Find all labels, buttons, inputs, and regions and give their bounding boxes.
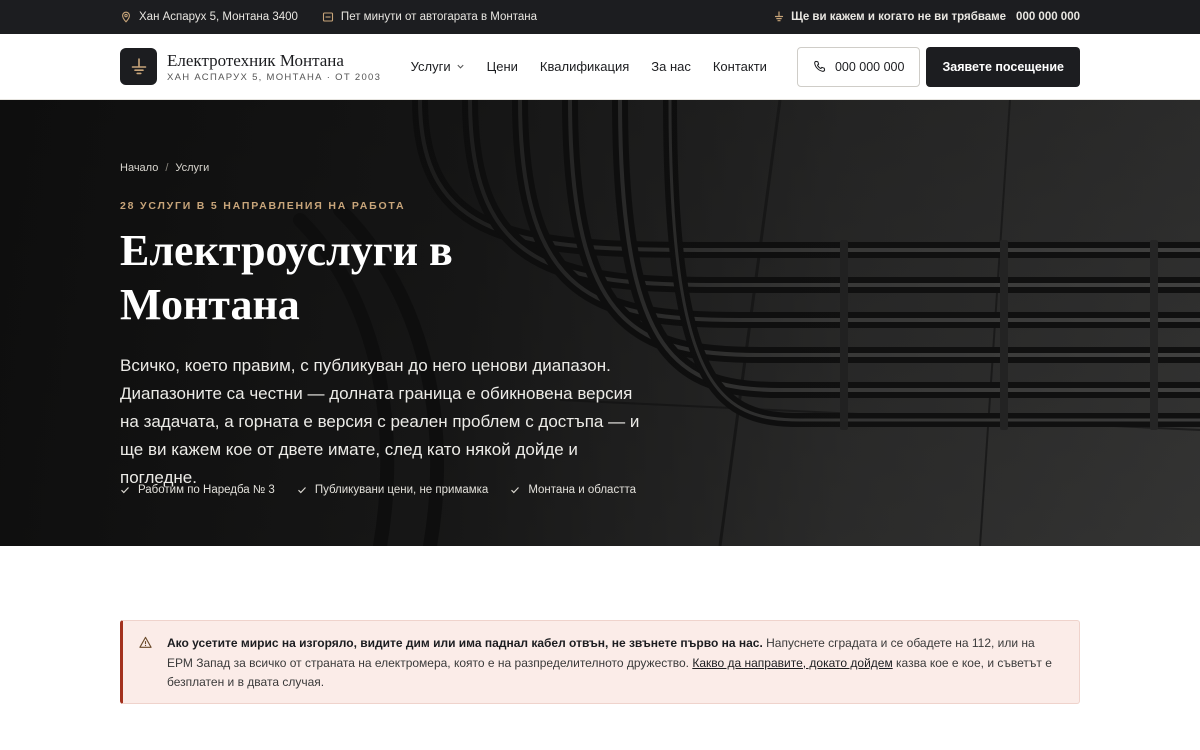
nav-item-contacts[interactable]: Контакти (713, 59, 767, 74)
nav-item-label: Цени (486, 59, 518, 74)
breadcrumb: Начало / Услуги (120, 162, 209, 174)
nav-item-label: Квалификация (539, 59, 630, 74)
warning-icon (139, 636, 152, 648)
site-header: Електротехник Монтана ХАН АСПАРУХ 5, МОН… (0, 34, 1200, 100)
map-pin-icon (122, 11, 130, 23)
hero-check-item: Монтана и областта (510, 484, 636, 496)
hero-lead: Всичко, което правим, с публикуван до не… (120, 356, 640, 487)
alert-bold-text: Ако усетите мирис на изгоряло, видите ди… (167, 636, 763, 650)
hero-check-label: Работим по Наредба № 3 (138, 484, 275, 496)
emergency-alert: Ако усетите мирис на изгоряло, видите ди… (120, 620, 1080, 704)
brand-tagline: ХАН АСПАРУХ 5, МОНТАНА · ОТ 2003 (167, 71, 382, 83)
alert-text: Ако усетите мирис на изгоряло, видите ди… (167, 634, 1059, 693)
topbar-left: Хан Аспарух 5, Монтана 3400 Пет минути о… (120, 11, 537, 23)
topbar-address: Хан Аспарух 5, Монтана 3400 (120, 11, 298, 23)
topbar-right: Ще ви кажем и когато не ви трябваме 000 … (773, 11, 1080, 23)
brand-logo-link[interactable]: Електротехник Монтана ХАН АСПАРУХ 5, МОН… (120, 48, 381, 85)
nav-item-label: Контакти (712, 59, 767, 74)
nav-item-about[interactable]: За нас (651, 59, 691, 74)
nav-item-label: Услуги (410, 59, 451, 74)
nav-item-prices[interactable]: Цени (487, 59, 518, 74)
nav-item-qualification[interactable]: Квалификация (540, 59, 629, 74)
topbar-promise: Ще ви кажем и когато не ви трябваме 000 … (773, 11, 1080, 23)
ground-icon (775, 11, 784, 22)
breadcrumb-separator: / (165, 162, 169, 174)
hero-check-item: Публикувани цени, не примамка (297, 484, 489, 496)
topbar-phone-link[interactable]: 000 000 000 (1016, 11, 1080, 23)
location-icon (322, 12, 333, 22)
brand-name: Електротехник Монтана (167, 50, 344, 70)
phone-icon (814, 60, 826, 72)
breadcrumb-home-link[interactable]: Начало (120, 162, 158, 174)
topbar-location-note: Пет минути от автогарата в Монтана (322, 11, 537, 23)
alert-help-link[interactable]: Какво да направите, докато дойдем (692, 656, 892, 670)
logo-mark (120, 48, 157, 85)
hero-check-label: Монтана и областта (528, 484, 637, 496)
chevron-down-icon (457, 64, 464, 69)
hero-check-label: Публикувани цени, не примамка (314, 484, 489, 496)
phone-button[interactable]: 000 000 000 (796, 46, 921, 87)
top-utility-bar: Хан Аспарух 5, Монтана 3400 Пет минути о… (0, 0, 1200, 34)
check-icon (511, 487, 520, 494)
hero-checklist: Работим по Наредба № 3 Публикувани цени,… (120, 484, 636, 496)
page-title: Електроуслуги в Монтана (120, 226, 453, 329)
check-icon (121, 487, 129, 494)
nav-item-services[interactable]: Услуги (411, 59, 465, 74)
hero-eyebrow: 28 УСЛУГИ В 5 НАПРАВЛЕНИЯ НА РАБОТА (120, 200, 406, 212)
check-icon (297, 487, 306, 494)
request-visit-button[interactable]: Заявете посещение (926, 46, 1080, 87)
nav-item-label: За нас (651, 59, 691, 74)
topbar-promise-text: Ще ви кажем и когато не ви трябваме (791, 11, 1007, 23)
phone-button-label: 000 000 000 (834, 59, 905, 74)
hero-section: Начало / Услуги 28 УСЛУГИ В 5 НАПРАВЛЕНИ… (0, 100, 1200, 546)
main-nav: Услуги Цени Квалификация За нас Контакти (411, 59, 767, 74)
breadcrumb-current: Услуги (175, 162, 210, 174)
topbar-location-text: Пет минути от автогарата в Монтана (340, 11, 538, 23)
brand-text: Електротехник Монтана ХАН АСПАРУХ 5, МОН… (167, 51, 381, 83)
ground-icon (131, 57, 146, 74)
topbar-address-text: Хан Аспарух 5, Монтана 3400 (139, 11, 298, 23)
hero-check-item: Работим по Наредба № 3 (120, 484, 275, 496)
